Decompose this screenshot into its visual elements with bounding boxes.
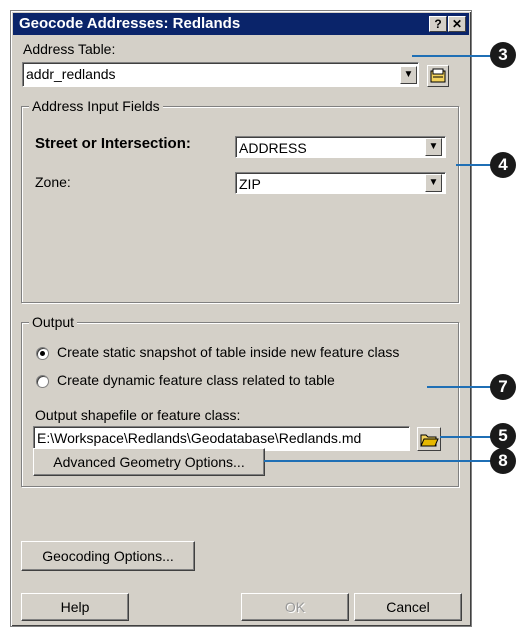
callout-line-3 <box>412 55 500 57</box>
output-group-label: Output <box>29 314 78 330</box>
dynamic-feature-label: Create dynamic feature class related to … <box>57 372 335 388</box>
title-bar: Geocode Addresses: Redlands ? ✕ <box>13 13 469 35</box>
close-title-button[interactable]: ✕ <box>448 16 466 32</box>
help-title-button[interactable]: ? <box>429 16 447 32</box>
address-table-field[interactable]: addr_redlands <box>22 62 419 87</box>
geocoding-options-button[interactable]: Geocoding Options... <box>21 541 195 571</box>
address-table-label: Address Table: <box>23 41 116 57</box>
geocode-dialog: Geocode Addresses: Redlands ? ✕ Address … <box>10 10 472 627</box>
open-table-icon <box>430 68 446 83</box>
address-table-dropdown-button[interactable]: ▼ <box>400 66 417 84</box>
address-input-fields-label: Address Input Fields <box>29 98 163 114</box>
street-label: Street or Intersection: <box>35 135 191 152</box>
address-table-value: addr_redlands <box>26 66 116 82</box>
window-title: Geocode Addresses: Redlands <box>19 15 241 32</box>
open-folder-icon <box>420 434 439 447</box>
callout-7: 7 <box>490 374 516 400</box>
zone-field-select[interactable]: ZIP <box>235 172 446 194</box>
street-dropdown-button[interactable]: ▼ <box>425 138 442 156</box>
zone-dropdown-button[interactable]: ▼ <box>425 174 442 192</box>
dynamic-feature-radio[interactable] <box>36 375 49 388</box>
cancel-button[interactable]: Cancel <box>354 593 462 621</box>
zone-label: Zone: <box>35 174 71 190</box>
browse-table-button[interactable] <box>427 65 449 87</box>
street-field-value: ADDRESS <box>239 140 307 156</box>
callout-4: 4 <box>490 152 516 178</box>
callout-8: 8 <box>490 448 516 474</box>
advanced-geometry-options-button[interactable]: Advanced Geometry Options... <box>33 448 265 476</box>
callout-5: 5 <box>490 423 516 449</box>
static-snapshot-label: Create static snapshot of table inside n… <box>57 344 400 360</box>
help-button[interactable]: Help <box>21 593 129 621</box>
zone-field-value: ZIP <box>239 176 261 192</box>
callout-line-8 <box>264 460 500 462</box>
street-field-select[interactable]: ADDRESS <box>235 136 446 158</box>
ok-button[interactable]: OK <box>241 593 349 621</box>
callout-3: 3 <box>490 42 516 68</box>
static-snapshot-radio[interactable] <box>36 347 49 360</box>
browse-output-button[interactable] <box>417 427 441 451</box>
output-path-value: E:\Workspace\Redlands\Geodatabase\Redlan… <box>37 430 362 446</box>
output-path-label: Output shapefile or feature class: <box>35 407 241 423</box>
